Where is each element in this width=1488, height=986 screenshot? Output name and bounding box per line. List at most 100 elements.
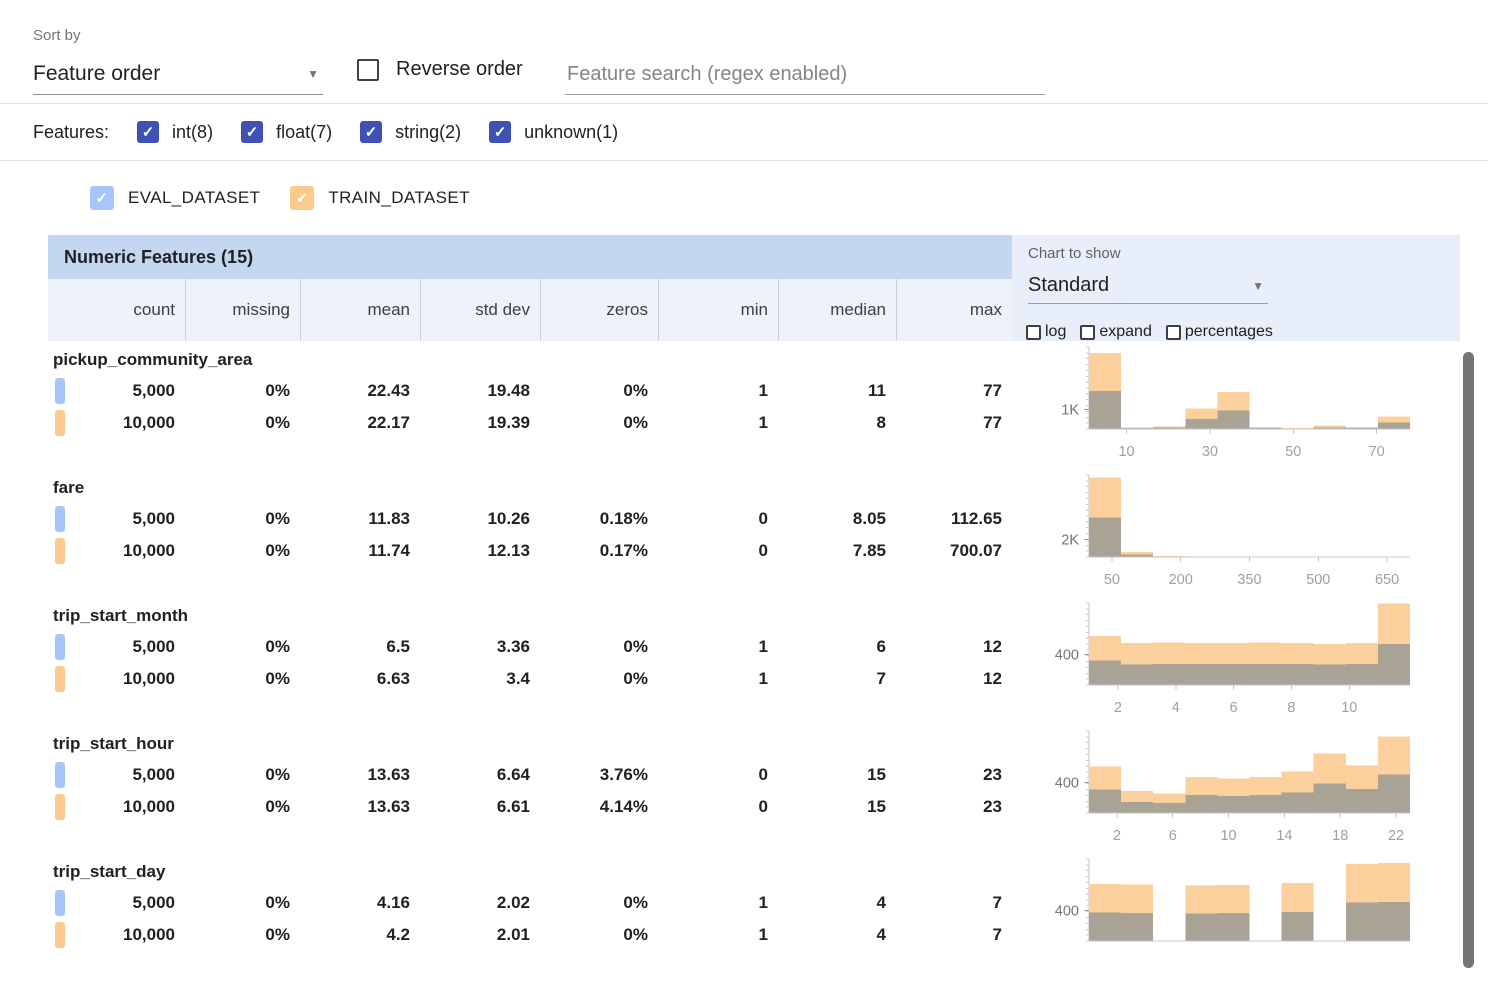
svg-text:1K: 1K — [1061, 402, 1079, 418]
checkbox-checked-icon[interactable]: ✓ — [489, 121, 511, 143]
histogram-svg: 4002610141822 — [1012, 725, 1460, 853]
stat-zeros: 0% — [540, 631, 658, 663]
scrollbar-thumb[interactable] — [1463, 352, 1474, 968]
feature-histogram-chart[interactable]: 400246810 — [1012, 597, 1460, 725]
stat-min: 0 — [658, 535, 778, 567]
svg-text:350: 350 — [1237, 572, 1261, 588]
checkbox-unchecked-icon[interactable] — [1166, 325, 1181, 340]
checkbox-checked-icon[interactable]: ✓ — [360, 121, 382, 143]
svg-text:22: 22 — [1388, 828, 1404, 844]
dropdown-caret-icon: ▼ — [307, 67, 323, 81]
stat-count: 5,000 — [48, 503, 185, 535]
feature-name: fare — [48, 473, 1012, 503]
eval-stats-row: 5,0000%13.636.643.76%01523 — [48, 759, 1012, 791]
sort-by-select[interactable]: Feature order ▼ — [33, 54, 323, 95]
sort-by-value: Feature order — [33, 62, 160, 86]
stat-min: 1 — [658, 631, 778, 663]
column-header-missing: missing — [185, 279, 300, 341]
stat-max: 23 — [896, 759, 1012, 791]
stat-max: 77 — [896, 407, 1012, 439]
feature-histogram-chart[interactable]: 1K10305070 — [1012, 341, 1460, 469]
checkbox-unchecked-icon[interactable] — [1080, 325, 1095, 340]
chart-option-log[interactable]: log — [1026, 323, 1066, 341]
vertical-scrollbar[interactable] — [1463, 352, 1475, 968]
feature-type-filter-row: Features: ✓int(8)✓float(7)✓string(2)✓unk… — [0, 104, 1488, 161]
feature-name: trip_start_day — [48, 857, 1012, 887]
reverse-order-label: Reverse order — [396, 58, 523, 81]
stat-missing: 0% — [185, 663, 300, 695]
chart-option-label: expand — [1099, 323, 1152, 341]
reverse-order-checkbox[interactable] — [357, 59, 379, 81]
column-header-median: median — [778, 279, 896, 341]
table-header: Numeric Features (15) countmissingmeanst… — [48, 235, 1460, 341]
feature-row-trip_start_day: trip_start_day5,0000%4.162.020%14710,000… — [48, 853, 1460, 981]
checkbox-unchecked-icon[interactable] — [1026, 325, 1041, 340]
histogram-svg: 2K50200350500650 — [1012, 469, 1460, 597]
stat-std-dev: 19.39 — [420, 407, 540, 439]
checkbox-checked-icon[interactable]: ✓ — [241, 121, 263, 143]
feature-search-input[interactable] — [565, 54, 1045, 95]
svg-text:2: 2 — [1113, 828, 1121, 844]
feature-type-label: float(7) — [276, 122, 332, 143]
stat-max: 12 — [896, 663, 1012, 695]
svg-text:6: 6 — [1230, 700, 1238, 716]
dataset-name: EVAL_DATASET — [128, 188, 260, 208]
checkbox-checked-icon[interactable]: ✓ — [137, 121, 159, 143]
svg-text:400: 400 — [1055, 647, 1079, 663]
checkbox-checked-icon[interactable]: ✓ — [290, 186, 314, 210]
stat-mean: 6.63 — [300, 663, 420, 695]
svg-text:2K: 2K — [1061, 532, 1079, 548]
svg-text:6: 6 — [1169, 828, 1177, 844]
stat-count: 5,000 — [48, 375, 185, 407]
stat-median: 4 — [778, 887, 896, 919]
checkbox-checked-icon[interactable]: ✓ — [90, 186, 114, 210]
stat-mean: 11.74 — [300, 535, 420, 567]
stat-missing: 0% — [185, 887, 300, 919]
dataset-toggle-train[interactable]: ✓TRAIN_DATASET — [290, 186, 470, 210]
stat-mean: 22.17 — [300, 407, 420, 439]
feature-row-pickup_community_area: pickup_community_area5,0000%22.4319.480%… — [48, 341, 1460, 469]
feature-type-filter-unknown[interactable]: ✓unknown(1) — [489, 121, 618, 143]
reverse-order-toggle[interactable]: Reverse order — [357, 58, 523, 81]
sort-by-label: Sort by — [33, 27, 81, 44]
column-header-row: countmissingmeanstd devzerosminmedianmax — [48, 279, 1012, 341]
train-dataset-marker — [55, 538, 65, 564]
stat-zeros: 0.17% — [540, 535, 658, 567]
stat-zeros: 0% — [540, 663, 658, 695]
stat-std-dev: 2.02 — [420, 887, 540, 919]
stat-min: 0 — [658, 759, 778, 791]
stat-max: 23 — [896, 791, 1012, 823]
train-stats-row: 10,0000%6.633.40%1712 — [48, 663, 1012, 695]
feature-histogram-chart[interactable]: 400 — [1012, 853, 1460, 981]
stat-zeros: 3.76% — [540, 759, 658, 791]
feature-type-filter-string[interactable]: ✓string(2) — [360, 121, 461, 143]
svg-text:500: 500 — [1306, 572, 1330, 588]
stat-std-dev: 6.64 — [420, 759, 540, 791]
histogram-svg: 400 — [1012, 853, 1460, 981]
stat-zeros: 0% — [540, 919, 658, 951]
feature-histogram-chart[interactable]: 2K50200350500650 — [1012, 469, 1460, 597]
chart-option-label: percentages — [1185, 323, 1273, 341]
dataset-toggle-eval[interactable]: ✓ EVAL_DATASET — [90, 186, 260, 210]
chart-option-expand[interactable]: expand — [1080, 323, 1152, 341]
stat-median: 11 — [778, 375, 896, 407]
train-dataset-marker — [55, 410, 65, 436]
train-dataset-marker — [55, 666, 65, 692]
feature-type-filter-float[interactable]: ✓ float(7) — [241, 121, 332, 143]
stat-median: 4 — [778, 919, 896, 951]
stat-max: 7 — [896, 887, 1012, 919]
svg-text:50: 50 — [1285, 444, 1301, 460]
feature-histogram-chart[interactable]: 4002610141822 — [1012, 725, 1460, 853]
svg-text:400: 400 — [1055, 903, 1079, 919]
train-dataset-marker — [55, 794, 65, 820]
stat-median: 7.85 — [778, 535, 896, 567]
feature-type-filter-int[interactable]: ✓int(8) — [137, 121, 213, 143]
chart-option-percentages[interactable]: percentages — [1166, 323, 1273, 341]
stat-max: 112.65 — [896, 503, 1012, 535]
chart-type-select[interactable]: Standard ▼ — [1028, 268, 1268, 304]
svg-text:70: 70 — [1369, 444, 1385, 460]
svg-text:8: 8 — [1287, 700, 1295, 716]
stat-max: 700.07 — [896, 535, 1012, 567]
stat-mean: 6.5 — [300, 631, 420, 663]
eval-stats-row: 5,0000%4.162.020%147 — [48, 887, 1012, 919]
